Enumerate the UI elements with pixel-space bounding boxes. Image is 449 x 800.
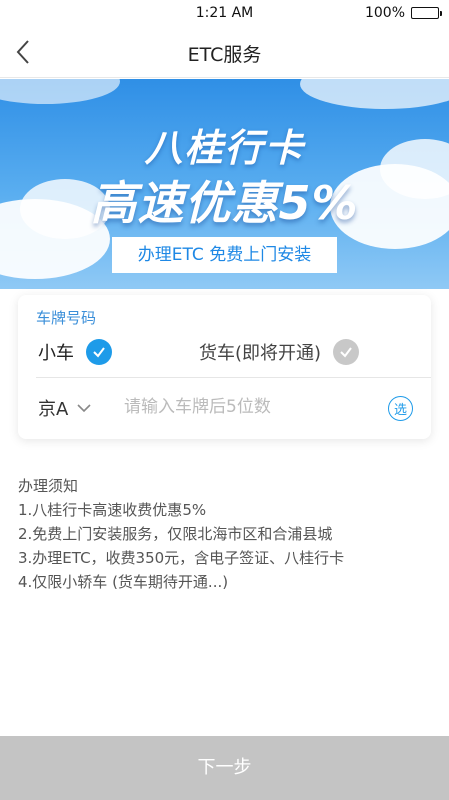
list-item: 1.八桂行卡高速收费优惠5% [18,501,207,519]
promo-banner: 八桂行卡 高速优惠5% 办理ETC 免费上门安装 [0,79,449,289]
banner-discount: 高速优惠5% [90,176,359,230]
vehicle-type-label: 小车 [38,343,74,364]
list-item: 3.办理ETC，收费350元，含电子签证、八桂行卡 [18,549,345,567]
notice-title: 办理须知 [18,477,79,495]
chevron-down-icon [77,404,91,413]
status-battery: 100% [364,5,442,21]
check-circle-icon [86,339,112,365]
battery-percent: 100% [364,5,405,21]
vehicle-type-car[interactable]: 小车 [38,339,112,365]
province-value: 京A [38,399,69,420]
banner-heading: 八桂行卡 [144,126,305,170]
check-circle-icon [333,339,360,365]
banner-tag: 办理ETC 免费上门安装 [112,237,337,273]
page-title: ETC服务 [187,44,262,66]
battery-icon [411,7,442,19]
select-button[interactable]: 选 [388,396,413,421]
divider [36,377,431,378]
list-item: 2.免费上门安装服务，仅限北海市区和合浦县城 [18,525,333,543]
plate-label: 车牌号码 [36,309,97,327]
status-bar: 1:21 AM 100% [0,0,449,26]
next-step-button[interactable]: 下一步 [0,736,449,800]
notice-section: 办理须知 1.八桂行卡高速收费优惠5% 2.免费上门安装服务，仅限北海市区和合浦… [18,474,433,594]
cloud-decoration [0,79,120,104]
list-item: 4.仅限小轿车 (货车期待开通...) [18,573,229,591]
nav-bar: ETC服务 [0,26,449,78]
cloud-decoration [300,79,449,109]
plate-form-card: 车牌号码 小车 货车(即将开通) 京A 选 [18,295,431,439]
province-selector[interactable]: 京A [38,395,92,421]
plate-number-input[interactable] [124,392,374,422]
vehicle-type-truck[interactable]: 货车(即将开通) [199,339,360,365]
vehicle-type-label: 货车(即将开通) [199,343,322,364]
